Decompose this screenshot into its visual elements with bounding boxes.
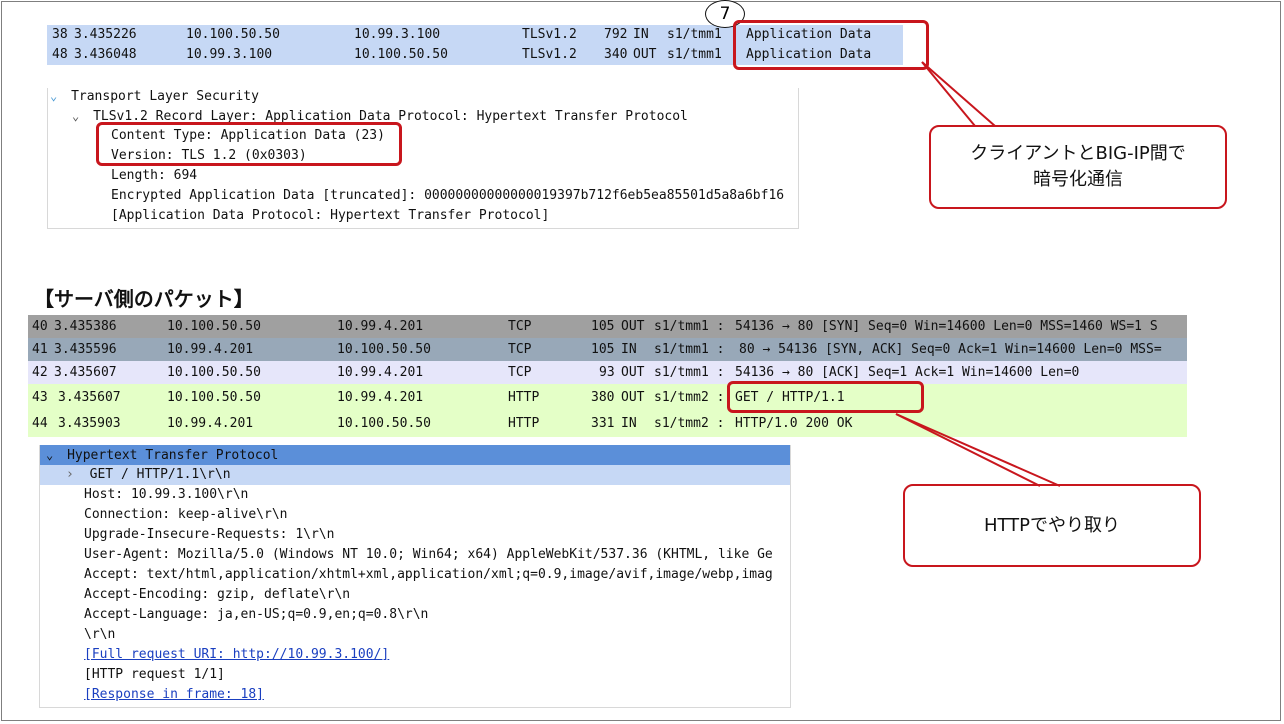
connector-server [895, 413, 1061, 487]
connector-client-tail [921, 61, 976, 127]
callout-connectors [895, 61, 1061, 487]
connector-server-tail [895, 413, 1041, 487]
connector-client [921, 61, 996, 127]
